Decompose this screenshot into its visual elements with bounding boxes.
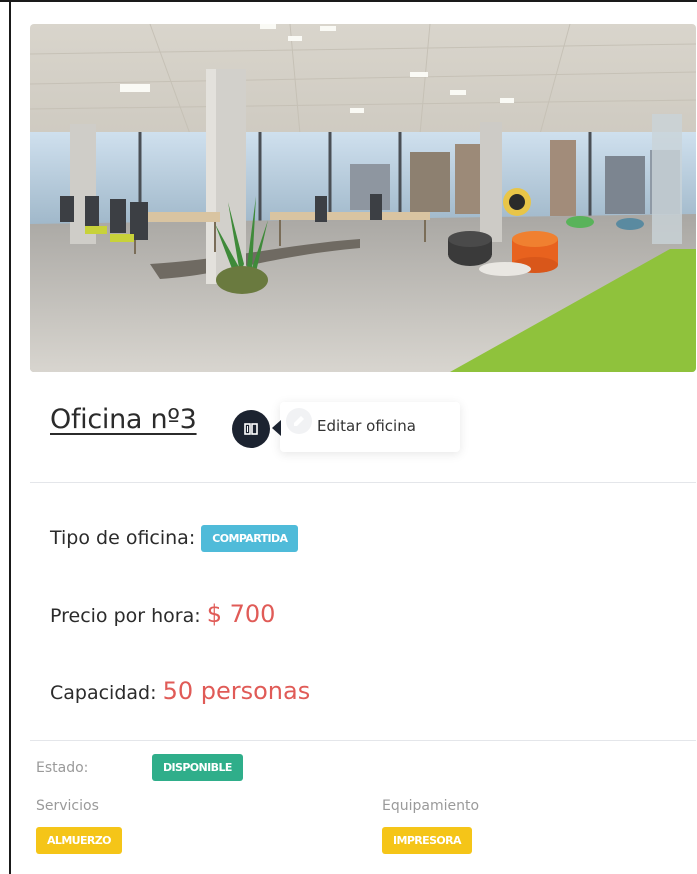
book-icon (244, 423, 258, 435)
status-label: Estado: (36, 760, 89, 776)
service-badge: ALMUERZO (36, 827, 122, 854)
edit-office-tooltip[interactable]: Editar oficina (272, 402, 460, 452)
office-title[interactable]: Oficina nº3 (50, 404, 197, 435)
edit-office-button[interactable] (232, 410, 270, 448)
status-badge: DISPONIBLE (152, 754, 243, 781)
capacity-label: Capacidad: (50, 682, 157, 704)
divider (30, 740, 696, 741)
office-photo (30, 24, 696, 372)
pencil-icon (286, 408, 312, 434)
capacity-value: 50 personas (162, 677, 311, 705)
equipment-badge: IMPRESORA (382, 827, 472, 854)
office-type-row: Tipo de oficina: COMPARTIDA (50, 525, 299, 552)
tooltip-label: Editar oficina (317, 417, 416, 435)
tooltip-arrow (272, 420, 281, 436)
capacity-row: Capacidad: 50 personas (50, 677, 310, 705)
price-label: Precio por hora: (50, 605, 201, 627)
office-type-label: Tipo de oficina: (50, 527, 196, 549)
price-row: Precio por hora: $ 700 (50, 600, 275, 628)
price-value: $ 700 (206, 600, 276, 628)
equipment-label: Equipamiento (382, 798, 480, 814)
office-type-badge: COMPARTIDA (201, 525, 299, 552)
divider (30, 482, 696, 483)
services-label: Servicios (36, 798, 99, 814)
office-card: Oficina nº3 Editar oficina Tipo de ofici… (12, 2, 697, 874)
